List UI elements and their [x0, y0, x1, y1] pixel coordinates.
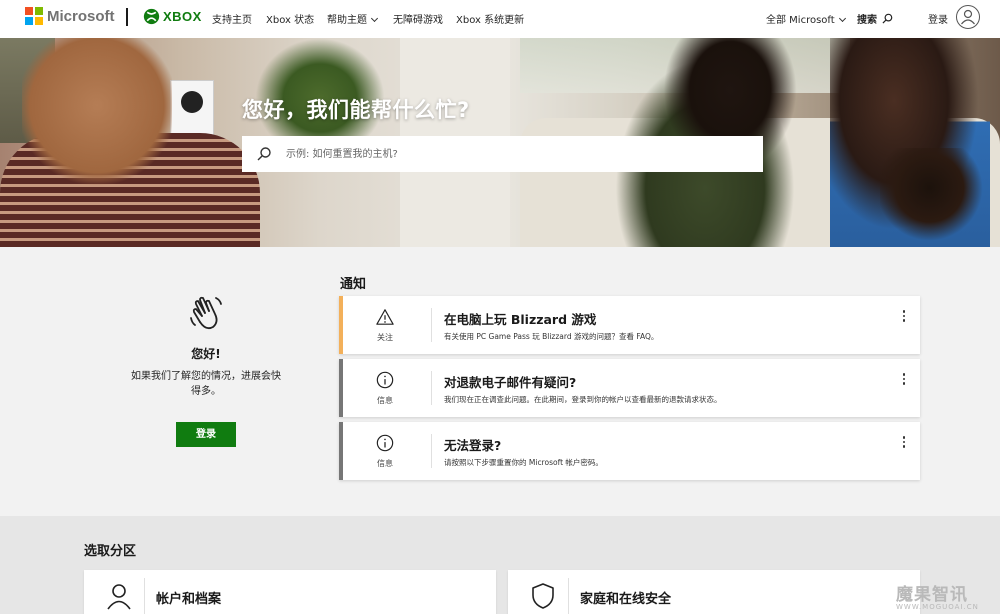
xbox-logo[interactable]: XBOX	[143, 8, 202, 25]
info-stripe	[339, 359, 343, 417]
info-icon	[376, 434, 394, 452]
warning-stripe	[339, 296, 343, 354]
avatar-button[interactable]	[956, 5, 980, 29]
more-options-icon[interactable]	[897, 371, 911, 389]
card-separator	[568, 578, 569, 614]
header-search-button[interactable]: 搜索	[857, 11, 893, 26]
watermark-url: WWW.MOGUOAI.CN	[896, 603, 979, 611]
shield-icon	[532, 583, 554, 609]
notification-title[interactable]: 在电脑上玩 Blizzard 游戏	[444, 309, 596, 328]
hero-person-left-hair	[22, 38, 172, 188]
person-icon	[961, 9, 975, 25]
notification-title[interactable]: 对退款电子邮件有疑问?	[444, 372, 576, 391]
microsoft-logo[interactable]: Microsoft	[25, 7, 115, 25]
category-card-family-safety[interactable]: 家庭和在线安全	[508, 570, 920, 614]
hero-person-child	[880, 148, 990, 247]
xbox-sphere-icon	[143, 8, 160, 25]
hero-title: 您好，我们能帮什么忙?	[242, 98, 470, 122]
nav-help-topics[interactable]: 帮助主题	[327, 11, 379, 26]
notification-desc: 我们现在正在调查此问题。在此期间，登录到你的帐户以查看最新的退款请求状态。	[444, 395, 722, 404]
card-separator	[431, 371, 432, 405]
category-label: 帐户和档案	[156, 592, 222, 607]
card-separator	[431, 308, 432, 342]
header-signin-link[interactable]: 登录	[928, 11, 948, 26]
nav-help-topics-label: 帮助主题	[327, 15, 367, 26]
warning-icon	[376, 309, 394, 325]
header-search-label: 搜索	[857, 15, 877, 26]
card-separator	[431, 434, 432, 468]
microsoft-brand-text: Microsoft	[47, 7, 115, 25]
chevron-down-icon	[838, 14, 846, 23]
card-separator	[144, 578, 145, 614]
nav-xbox-status[interactable]: Xbox 状态	[266, 11, 314, 26]
notification-card[interactable]: 信息 对退款电子邮件有疑问? 我们现在正在调查此问题。在此期间，登录到你的帐户以…	[339, 359, 920, 417]
nav-support-home[interactable]: 支持主页	[212, 11, 252, 26]
nav-accessible-gaming[interactable]: 无障碍游戏	[393, 11, 443, 26]
search-input[interactable]	[286, 136, 746, 172]
all-microsoft-menu[interactable]: 全部 Microsoft	[766, 11, 846, 26]
notifications-heading: 通知	[340, 277, 367, 292]
search-icon	[257, 147, 271, 161]
info-icon	[376, 371, 394, 389]
waving-hand-icon	[190, 296, 222, 330]
watermark-text: 魔果智讯	[896, 585, 968, 605]
more-options-icon[interactable]	[897, 308, 911, 326]
category-card-account[interactable]: 帐户和档案	[84, 570, 496, 614]
greeting-subtitle: 如果我们了解您的情况，进展会快得多。	[131, 371, 281, 397]
more-options-icon[interactable]	[897, 434, 911, 452]
microsoft-logo-icon	[25, 7, 43, 25]
notification-card[interactable]: 信息 无法登录? 请按照以下步骤重置你的 Microsoft 帐户密码。	[339, 422, 920, 480]
search-icon	[882, 13, 893, 24]
notification-kind: 信息	[377, 459, 393, 468]
categories-heading: 选取分区	[84, 544, 137, 559]
notification-kind: 信息	[377, 396, 393, 405]
notification-title[interactable]: 无法登录?	[444, 435, 501, 454]
notification-desc: 有关使用 PC Game Pass 玩 Blizzard 游戏的问题？查看 FA…	[444, 332, 659, 341]
hero-bg-console	[170, 80, 214, 136]
xbox-brand-text: XBOX	[163, 9, 202, 24]
notification-kind: 关注	[377, 333, 393, 342]
notification-card[interactable]: 关注 在电脑上玩 Blizzard 游戏 有关使用 PC Game Pass 玩…	[339, 296, 920, 354]
hero-search-box[interactable]	[242, 136, 763, 172]
category-label: 家庭和在线安全	[580, 592, 672, 607]
signin-button[interactable]: 登录	[176, 422, 236, 447]
all-microsoft-label: 全部 Microsoft	[766, 15, 835, 26]
notification-desc: 请按照以下步骤重置你的 Microsoft 帐户密码。	[444, 458, 603, 467]
nav-system-update[interactable]: Xbox 系统更新	[456, 11, 524, 26]
chevron-down-icon	[370, 14, 379, 23]
logo-divider	[126, 8, 128, 26]
person-icon	[107, 584, 131, 610]
top-header: Microsoft XBOX 支持主页 Xbox 状态 帮助主题 无障碍游戏 X…	[0, 0, 1000, 38]
info-stripe	[339, 422, 343, 480]
